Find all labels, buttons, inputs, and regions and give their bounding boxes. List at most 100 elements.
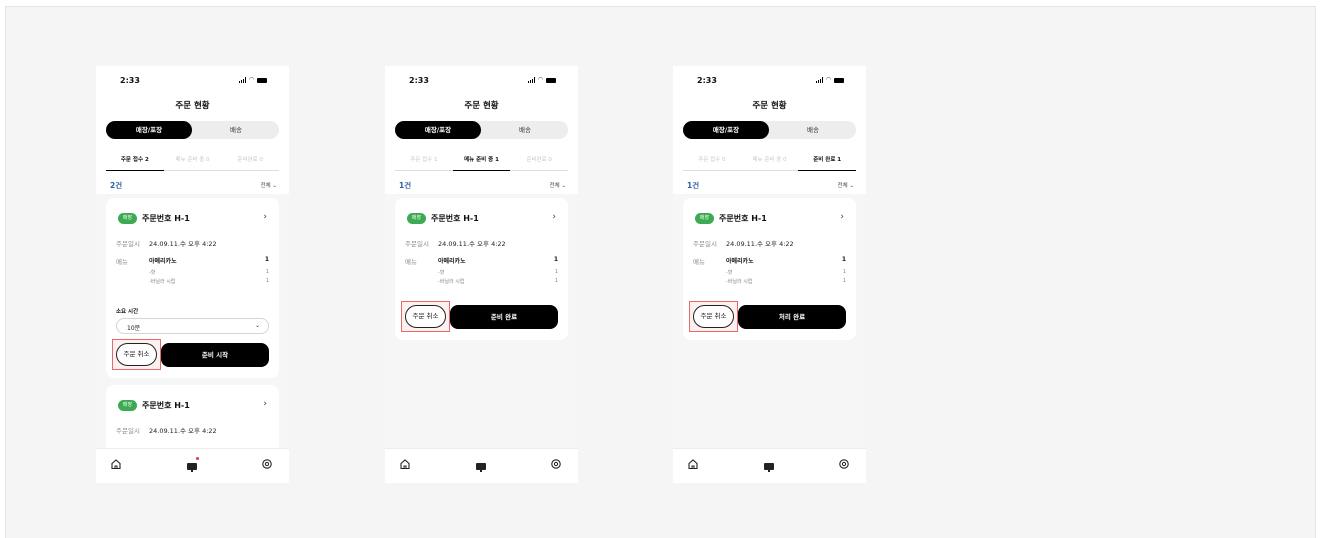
order-list: 매장 주문번호 H-1 › 주문일시 24.09.11.수 오후 4:22 메뉴… — [673, 194, 866, 448]
home-icon[interactable] — [687, 458, 699, 470]
chevron-right-icon[interactable]: › — [840, 212, 844, 222]
settings-icon[interactable] — [550, 458, 562, 470]
filter-label: 전체 — [837, 183, 848, 189]
tab-preparing[interactable]: 메뉴 준비 중 0 — [164, 155, 222, 170]
filter-label: 전체 — [549, 183, 560, 189]
option-hot: -핫 — [726, 270, 733, 276]
wifi-icon: ◠ — [825, 76, 832, 83]
menu-qty: 1 — [553, 256, 558, 263]
order-date: 24.09.11.수 오후 4:22 — [438, 240, 506, 248]
tab-ready[interactable]: 준비완료 0 — [510, 155, 568, 170]
menu-name: 아메리카노 — [438, 258, 466, 265]
segmented-control: 매장/포장 배송 — [683, 121, 856, 139]
prep-time-select[interactable]: 10분 ⌄ — [116, 318, 269, 334]
tab-preparing[interactable]: 메뉴 준비 중 0 — [741, 155, 799, 170]
status-tabs: 주문 접수 0 메뉴 준비 중 0 준비 완료 1 — [683, 155, 856, 171]
chevron-right-icon[interactable]: › — [263, 212, 267, 222]
tab-order-received[interactable]: 주문 접수 2 — [106, 155, 164, 171]
option-syrup: -바닐라 시럽 — [438, 279, 465, 285]
page-title: 주문 현황 — [752, 101, 787, 111]
bottom-nav — [673, 448, 866, 483]
battery-icon — [546, 78, 556, 83]
status-bar: 2:33 ◠ — [385, 66, 578, 94]
bottom-nav — [96, 448, 289, 483]
chevron-right-icon[interactable]: › — [263, 399, 267, 409]
option-hot: -핫 — [438, 270, 445, 276]
notification-dot — [196, 457, 199, 460]
segment-dine-in[interactable]: 매장/포장 — [106, 121, 192, 139]
cancel-order-button[interactable]: 주문 취소 — [405, 305, 446, 328]
prep-time-label: 소요 시간 — [116, 309, 139, 315]
chevron-down-icon: ⌄ — [561, 183, 566, 189]
bottom-nav — [385, 448, 578, 483]
segment-delivery[interactable]: 배송 — [482, 121, 568, 139]
phone-screen-ready: 2:33 ◠ 주문 현황 매장/포장 배송 주문 접수 0 메뉴 준비 중 0 … — [673, 66, 866, 483]
signal-icon — [528, 77, 535, 83]
option-syrup-qty: 1 — [842, 278, 846, 284]
start-prep-button[interactable]: 준비 시작 — [161, 343, 269, 367]
order-date: 24.09.11.수 오후 4:22 — [726, 240, 794, 248]
order-card: 매장 주문번호 H-1 › 주문일시 24.09.11.수 오후 4:22 메뉴… — [683, 198, 856, 340]
phone-screen-order-received: 2:33 ◠ 주문 현황 매장/포장 배송 주문 접수 2 메뉴 준비 중 0 … — [96, 66, 289, 483]
tab-order-received[interactable]: 주문 접수 1 — [395, 155, 453, 170]
status-bar: 2:33 ◠ — [673, 66, 866, 94]
segmented-control: 매장/포장 배송 — [106, 121, 279, 139]
status-time: 2:33 — [409, 76, 429, 85]
order-number: 주문번호 H-1 — [142, 214, 190, 223]
monitor-icon[interactable] — [186, 457, 199, 472]
filter-dropdown[interactable]: 전체 ⌄ — [261, 181, 277, 189]
segment-delivery[interactable]: 배송 — [770, 121, 856, 139]
order-count: 2건 — [110, 181, 123, 190]
settings-icon[interactable] — [261, 458, 273, 470]
chevron-down-icon: ⌄ — [254, 322, 260, 329]
segment-dine-in[interactable]: 매장/포장 — [395, 121, 481, 139]
monitor-icon[interactable] — [763, 458, 775, 472]
tab-order-received[interactable]: 주문 접수 0 — [683, 155, 741, 170]
order-date-label: 주문일시 — [693, 240, 717, 248]
option-hot-qty: 1 — [554, 269, 558, 275]
tab-ready[interactable]: 준비 완료 1 — [798, 155, 856, 171]
option-syrup: -바닐라 시럽 — [149, 279, 176, 285]
segmented-control: 매장/포장 배송 — [395, 121, 568, 139]
monitor-icon[interactable] — [475, 458, 487, 472]
tab-preparing[interactable]: 메뉴 준비 중 1 — [452, 155, 511, 171]
chevron-down-icon: ⌄ — [849, 183, 854, 189]
home-icon[interactable] — [110, 458, 122, 470]
prep-time-value: 10분 — [127, 325, 141, 332]
option-syrup-qty: 1 — [265, 278, 269, 284]
signal-icon — [239, 77, 246, 83]
filter-dropdown[interactable]: 전체 ⌄ — [550, 181, 566, 189]
menu-name: 아메리카노 — [149, 258, 177, 265]
order-card: 매장 주문번호 H-1 › 주문일시 24.09.11.수 오후 4:22 메뉴… — [106, 198, 279, 378]
complete-button[interactable]: 처리 완료 — [738, 305, 846, 329]
menu-qty: 1 — [264, 256, 269, 263]
settings-icon[interactable] — [838, 458, 850, 470]
cancel-order-button[interactable]: 주문 취소 — [116, 343, 157, 366]
wifi-icon: ◠ — [537, 76, 544, 83]
order-date-label: 주문일시 — [116, 427, 140, 435]
order-date: 24.09.11.수 오후 4:22 — [149, 240, 217, 248]
segment-dine-in[interactable]: 매장/포장 — [683, 121, 769, 139]
order-card: 매장 주문번호 H-1 › 주문일시 24.09.11.수 오후 4:22 — [106, 385, 279, 448]
tab-ready[interactable]: 준비완료 0 — [221, 155, 279, 170]
home-icon[interactable] — [399, 458, 411, 470]
order-count: 1건 — [687, 181, 700, 190]
board-canvas: 2:33 ◠ 주문 현황 매장/포장 배송 주문 접수 2 메뉴 준비 중 0 … — [5, 6, 1316, 538]
menu-label: 메뉴 — [116, 258, 128, 266]
store-badge: 매장 — [118, 400, 137, 411]
status-time: 2:33 — [697, 76, 717, 85]
order-number: 주문번호 H-1 — [142, 401, 190, 410]
segment-delivery[interactable]: 배송 — [193, 121, 279, 139]
signal-icon — [816, 77, 823, 83]
chevron-right-icon[interactable]: › — [552, 212, 556, 222]
menu-name: 아메리카노 — [726, 258, 754, 265]
option-syrup: -바닐라 시럽 — [726, 279, 753, 285]
order-date-label: 주문일시 — [405, 240, 429, 248]
prep-done-button[interactable]: 준비 완료 — [450, 305, 558, 329]
order-count: 1건 — [399, 181, 412, 190]
battery-icon — [834, 78, 844, 83]
order-card: 매장 주문번호 H-1 › 주문일시 24.09.11.수 오후 4:22 메뉴… — [395, 198, 568, 340]
filter-dropdown[interactable]: 전체 ⌄ — [838, 181, 854, 189]
store-badge: 매장 — [695, 213, 714, 224]
cancel-order-button[interactable]: 주문 취소 — [693, 305, 734, 328]
